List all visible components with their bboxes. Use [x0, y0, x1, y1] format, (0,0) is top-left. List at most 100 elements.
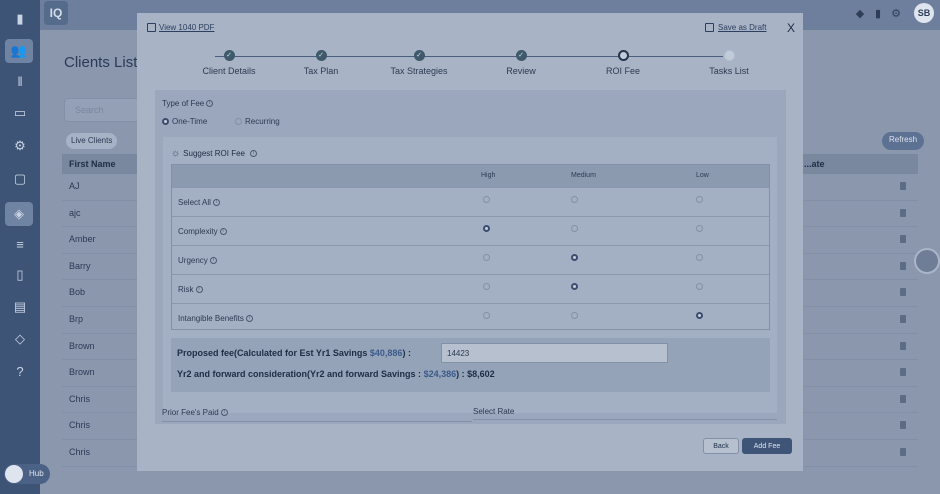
roi-row: Select All i	[172, 187, 769, 216]
radio-recurring[interactable]: Recurring	[235, 117, 280, 126]
folder-icon[interactable]: ▭	[11, 104, 29, 122]
suggest-roi-card: ☼ Suggest ROI Fee i High Medium Low Sele…	[163, 137, 777, 413]
info-icon[interactable]: i	[219, 228, 227, 236]
client-first-name: Chris	[69, 420, 91, 431]
users-icon[interactable]: 👥	[5, 39, 33, 63]
view-pdf-link[interactable]: View 1040 PDF	[147, 23, 214, 32]
save-icon	[705, 23, 714, 32]
settings-cog-icon[interactable]: ⚙	[11, 137, 29, 155]
radio-low[interactable]	[696, 254, 703, 261]
library-icon[interactable]: ‖	[11, 72, 29, 90]
radio-medium[interactable]	[571, 254, 578, 261]
view-pdf-label: View 1040 PDF	[159, 23, 215, 32]
roi-fee-modal: View 1040 PDF Save as Draft X ✓ Client De…	[137, 13, 803, 471]
radio-low[interactable]	[696, 225, 703, 232]
check-icon: ✓	[515, 50, 527, 61]
layers-icon[interactable]: ◈	[5, 202, 33, 226]
step-client-details[interactable]: ✓ Client Details	[184, 50, 274, 76]
trash-icon[interactable]	[900, 421, 906, 430]
select-rate-label: Select Rate	[473, 407, 515, 416]
list-icon[interactable]: ≡	[11, 235, 29, 253]
step-tax-strategies[interactable]: ✓ Tax Strategies	[374, 50, 464, 76]
trash-icon[interactable]	[900, 208, 906, 217]
trash-icon[interactable]	[900, 288, 906, 297]
form-icon[interactable]: ▤	[11, 298, 29, 316]
radio-empty-icon	[235, 118, 242, 125]
chat-icon[interactable]: ▢	[11, 170, 29, 188]
info-icon[interactable]: i	[209, 257, 217, 265]
roi-row: Risk i	[172, 274, 769, 303]
column-header[interactable]: ...ate	[804, 159, 825, 169]
help-icon[interactable]: ?	[11, 362, 29, 380]
chart-icon[interactable]: ▮	[11, 10, 29, 28]
radio-high[interactable]	[483, 225, 490, 232]
info-icon[interactable]: i	[206, 100, 214, 108]
info-icon[interactable]: i	[220, 409, 228, 417]
radio-low[interactable]	[696, 283, 703, 290]
radio-high[interactable]	[483, 283, 490, 290]
app-logo[interactable]: IQ	[44, 1, 68, 25]
radio-one-time[interactable]: One-Time	[162, 117, 207, 126]
radio-high[interactable]	[483, 312, 490, 319]
roi-row-label: Risk i	[178, 285, 203, 294]
info-icon[interactable]: i	[212, 199, 220, 207]
step-roi-fee[interactable]: ROI Fee	[578, 50, 668, 76]
prior-fee-field[interactable]	[162, 421, 472, 424]
info-icon[interactable]: i	[245, 315, 253, 323]
client-first-name: Bob	[69, 287, 86, 298]
user-avatar[interactable]: SB	[914, 3, 934, 23]
radio-low[interactable]	[696, 196, 703, 203]
step-circle-icon	[723, 50, 735, 61]
trash-icon[interactable]	[900, 235, 906, 244]
hub-button[interactable]: Hub	[4, 464, 50, 484]
trash-icon[interactable]	[900, 448, 906, 456]
trash-icon[interactable]	[900, 341, 906, 350]
client-first-name: Brown	[69, 340, 95, 351]
save-draft-link[interactable]: Save as Draft	[705, 23, 766, 32]
step-tax-plan[interactable]: ✓ Tax Plan	[276, 50, 366, 76]
trash-icon[interactable]	[900, 261, 906, 270]
radio-medium[interactable]	[571, 225, 578, 232]
step-label: Review	[506, 66, 536, 76]
save-draft-label: Save as Draft	[718, 23, 767, 32]
radio-medium[interactable]	[571, 196, 578, 203]
trash-icon[interactable]	[900, 182, 906, 190]
gear-icon[interactable]: ⚙	[889, 6, 903, 20]
proposed-fee-input[interactable]	[441, 343, 668, 363]
close-icon[interactable]: X	[787, 21, 795, 35]
refresh-button[interactable]: Refresh	[882, 132, 925, 150]
document-icon[interactable]: ▯	[11, 266, 29, 284]
radio-medium[interactable]	[571, 283, 578, 290]
box-icon[interactable]: ◆	[853, 6, 867, 20]
roi-row: Urgency i	[172, 245, 769, 274]
add-fee-button[interactable]: Add Fee	[742, 438, 792, 454]
trash-icon[interactable]	[900, 315, 906, 323]
package-icon[interactable]: ◇	[11, 330, 29, 348]
proposed-fee-label: Proposed fee(Calculated for Est Yr1 Savi…	[177, 348, 411, 358]
live-clients-chip[interactable]: Live Clients	[66, 133, 118, 149]
yr2-savings: $24,386	[423, 369, 457, 379]
back-button[interactable]: Back	[703, 438, 739, 454]
radio-high[interactable]	[483, 254, 490, 261]
info-icon[interactable]: i	[249, 150, 257, 157]
select-rate-field[interactable]	[473, 419, 777, 424]
step-label: ROI Fee	[605, 66, 640, 76]
radio-medium[interactable]	[571, 312, 578, 319]
client-first-name: Brp	[69, 314, 84, 324]
step-tasks-list[interactable]: Tasks List	[684, 50, 774, 76]
page-title: Clients List	[64, 54, 138, 71]
trash-icon[interactable]	[900, 368, 906, 377]
form-area: Type of Fee i One-Time Recurring ☼ Sugges…	[155, 90, 786, 424]
column-header[interactable]: First Name	[69, 159, 116, 169]
radio-low[interactable]	[696, 312, 703, 319]
file-icon[interactable]: ▮	[871, 6, 885, 20]
check-icon: ✓	[413, 50, 425, 61]
client-first-name: Amber	[69, 234, 96, 245]
trash-icon[interactable]	[900, 394, 906, 403]
support-avatar[interactable]	[914, 248, 940, 274]
radio-high[interactable]	[483, 196, 490, 203]
step-review[interactable]: ✓ Review	[476, 50, 566, 76]
step-label: Client Details	[202, 66, 256, 76]
info-icon[interactable]: i	[195, 286, 203, 294]
client-first-name: AJ	[69, 181, 80, 191]
